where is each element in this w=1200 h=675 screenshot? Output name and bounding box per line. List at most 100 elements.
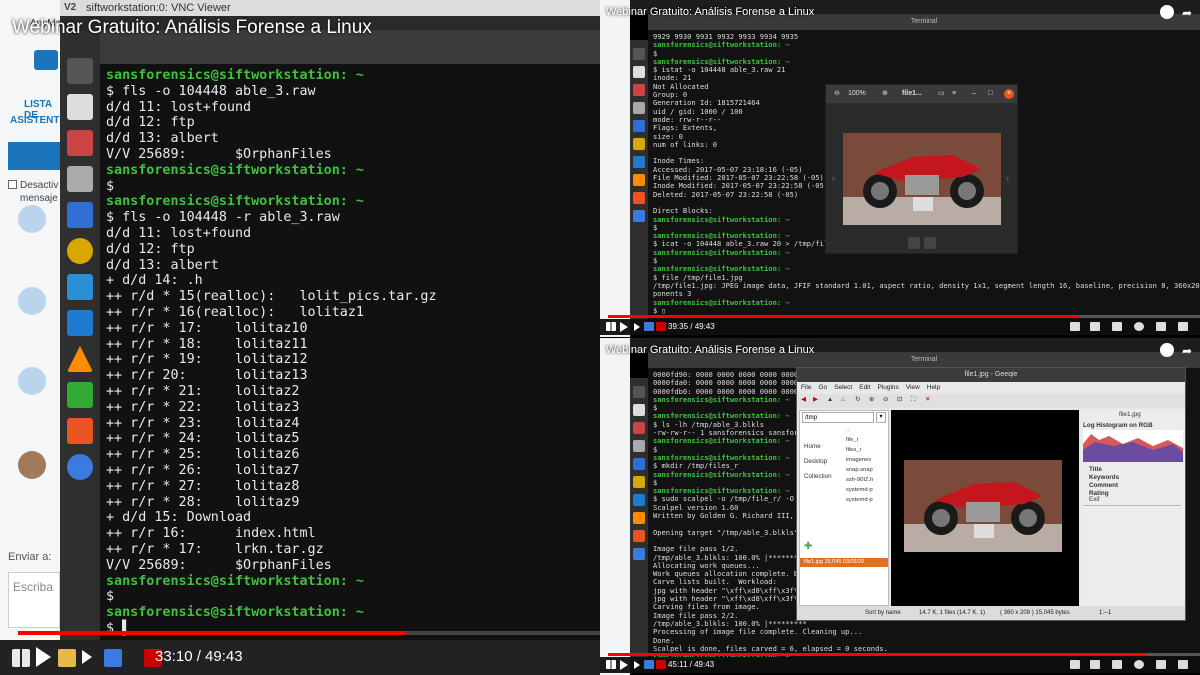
- monitor-icon[interactable]: [67, 310, 93, 336]
- menu-item-edit[interactable]: Edit: [859, 384, 870, 391]
- fullscreen-icon[interactable]: ⛶: [911, 396, 915, 404]
- fullscreen-icon[interactable]: [1178, 322, 1188, 331]
- back-icon[interactable]: ◀: [801, 396, 806, 403]
- settings-icon[interactable]: [1134, 660, 1144, 669]
- watch-later-icon[interactable]: [1160, 343, 1174, 357]
- menu-item-go[interactable]: Go: [818, 384, 827, 391]
- fullscreen-icon[interactable]: [1178, 660, 1188, 669]
- files-icon[interactable]: [633, 66, 645, 78]
- file-list-item[interactable]: snap.snap: [846, 465, 888, 475]
- help-icon[interactable]: [633, 210, 645, 222]
- prev-image-icon[interactable]: ‹: [832, 173, 835, 183]
- notes-icon[interactable]: [633, 440, 645, 452]
- files-icon[interactable]: [633, 404, 645, 416]
- subtitles-icon[interactable]: [1112, 660, 1122, 669]
- menu-item-select[interactable]: Select: [834, 384, 852, 391]
- video-progress-bar[interactable]: [608, 653, 1200, 656]
- zoom-fit-icon[interactable]: ⊡: [897, 396, 902, 403]
- text-editor-icon[interactable]: [67, 130, 93, 156]
- minimize-icon[interactable]: –: [972, 85, 976, 103]
- histogram-label[interactable]: Log Histogram on RGB: [1083, 422, 1153, 429]
- property-title[interactable]: Title: [1089, 466, 1102, 473]
- path-input[interactable]: /tmp: [802, 412, 874, 423]
- file-list-item[interactable]: ..: [846, 425, 888, 435]
- play-icon[interactable]: [36, 647, 51, 667]
- next-icon[interactable]: [634, 661, 640, 669]
- add-icon[interactable]: ✚: [804, 541, 812, 552]
- autoplay-toggle[interactable]: [1070, 660, 1080, 669]
- help-icon[interactable]: [633, 548, 645, 560]
- menu-item-view[interactable]: View: [906, 384, 920, 391]
- writer-icon[interactable]: [633, 458, 645, 470]
- next-icon[interactable]: [82, 650, 92, 664]
- app-icon[interactable]: [644, 322, 654, 331]
- document-icon[interactable]: [67, 274, 93, 300]
- place-collection[interactable]: Collection: [804, 473, 832, 480]
- terminal-icon[interactable]: [633, 48, 645, 60]
- app-icon[interactable]: [644, 660, 654, 669]
- disk-icon[interactable]: [67, 238, 93, 264]
- notes-icon[interactable]: [67, 166, 93, 192]
- settings-icon[interactable]: [1134, 322, 1144, 331]
- rotate-right-icon[interactable]: [924, 237, 936, 249]
- file-list-item[interactable]: systemd-p: [846, 495, 888, 505]
- editor-icon[interactable]: [633, 84, 645, 96]
- maximize-icon[interactable]: □: [988, 85, 992, 103]
- folder-icon[interactable]: [58, 649, 76, 667]
- play-icon[interactable]: [620, 660, 628, 670]
- disk-icon[interactable]: [633, 138, 645, 150]
- windows-start-icon[interactable]: [606, 322, 616, 331]
- watch-later-icon[interactable]: [1160, 5, 1174, 19]
- menu-item-help[interactable]: Help: [927, 384, 940, 391]
- miniplayer-icon[interactable]: [1090, 322, 1100, 331]
- property-comment[interactable]: Comment: [1089, 482, 1118, 489]
- path-dropdown-icon[interactable]: ▾: [876, 412, 886, 423]
- video-progress-bar[interactable]: [18, 631, 600, 635]
- software-center-icon[interactable]: [67, 418, 93, 444]
- windows-start-icon[interactable]: [12, 649, 30, 667]
- software-center-icon[interactable]: [633, 192, 645, 204]
- zoom-out-icon[interactable]: ⊖: [834, 85, 840, 103]
- tools-icon[interactable]: ✕: [925, 396, 930, 403]
- video-progress-bar[interactable]: [608, 315, 1200, 318]
- network-icon[interactable]: [67, 382, 93, 408]
- zoom-in-icon[interactable]: ⊕: [869, 396, 874, 403]
- forward-icon[interactable]: ▶: [813, 396, 818, 403]
- menu-item-file[interactable]: File: [801, 384, 811, 391]
- file-list-item[interactable]: file_r: [846, 435, 888, 445]
- gallery-icon[interactable]: ▭: [938, 85, 945, 103]
- monitor-icon[interactable]: [633, 156, 645, 168]
- subtitles-icon[interactable]: [1112, 322, 1122, 331]
- home-icon[interactable]: ⌂: [841, 396, 845, 403]
- zoom-out-icon[interactable]: ⊖: [883, 396, 888, 403]
- terminal-icon[interactable]: [67, 58, 93, 84]
- refresh-icon[interactable]: ↻: [855, 396, 860, 403]
- sort-button[interactable]: Sort by name: [865, 606, 901, 620]
- file-list-item[interactable]: systemd-p: [846, 485, 888, 495]
- disk-icon[interactable]: [633, 476, 645, 488]
- menu-icon[interactable]: ≡: [952, 85, 956, 103]
- share-icon[interactable]: ➦: [1182, 6, 1192, 20]
- close-icon[interactable]: ×: [1004, 89, 1014, 99]
- disable-messages-checkbox[interactable]: [8, 180, 17, 189]
- editor-icon[interactable]: [633, 422, 645, 434]
- next-image-icon[interactable]: ›: [1006, 173, 1009, 183]
- pdf-icon[interactable]: [656, 660, 666, 669]
- autoplay-toggle[interactable]: [1070, 322, 1080, 331]
- exif-section[interactable]: Exif: [1089, 496, 1100, 503]
- property-keywords[interactable]: Keywords: [1089, 474, 1119, 481]
- vlc-icon[interactable]: [67, 346, 93, 372]
- rotate-left-icon[interactable]: [908, 237, 920, 249]
- theater-icon[interactable]: [1156, 322, 1166, 331]
- file-list-item[interactable]: files_r: [846, 445, 888, 455]
- selected-file-row[interactable]: file1.jpg 15,045 03/03/20: [800, 558, 888, 567]
- files-icon[interactable]: [67, 94, 93, 120]
- share-icon[interactable]: ➦: [1182, 344, 1192, 358]
- file-list-item[interactable]: imagenes: [846, 455, 888, 465]
- zoom-level[interactable]: 100%: [848, 85, 866, 103]
- next-icon[interactable]: [634, 323, 640, 331]
- menu-item-plugins[interactable]: Plugins: [877, 384, 898, 391]
- terminal-icon[interactable]: [633, 386, 645, 398]
- vlc-icon[interactable]: [633, 512, 645, 524]
- theater-icon[interactable]: [1156, 660, 1166, 669]
